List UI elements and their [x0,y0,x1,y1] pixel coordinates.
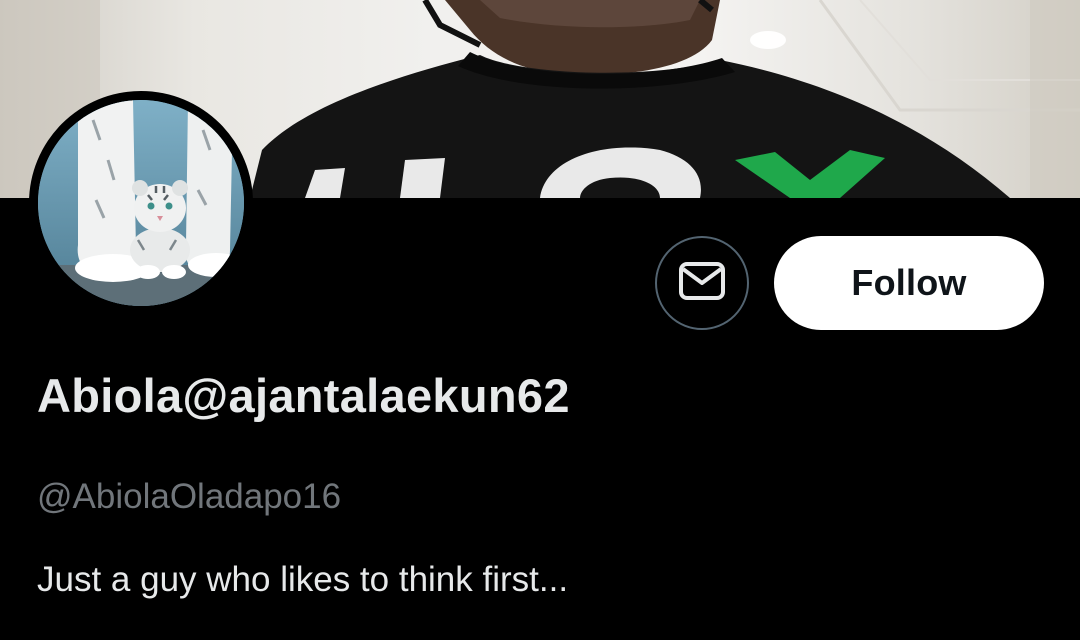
profile-display-name: Abiola@ajantalaekun62 [37,369,570,422]
follow-button[interactable]: Follow [774,236,1044,330]
avatar-image [38,100,244,306]
profile-bio: Just a guy who likes to think first... [37,560,569,599]
tiger-cub-illustration [38,100,244,306]
profile-avatar[interactable] [29,91,253,315]
message-button[interactable] [655,236,749,330]
profile-handle: @AbiolaOladapo16 [37,477,342,516]
profile-page: Follow Abiola@ajantalaekun62 @AbiolaOlad… [0,0,1080,640]
envelope-icon [678,261,726,306]
